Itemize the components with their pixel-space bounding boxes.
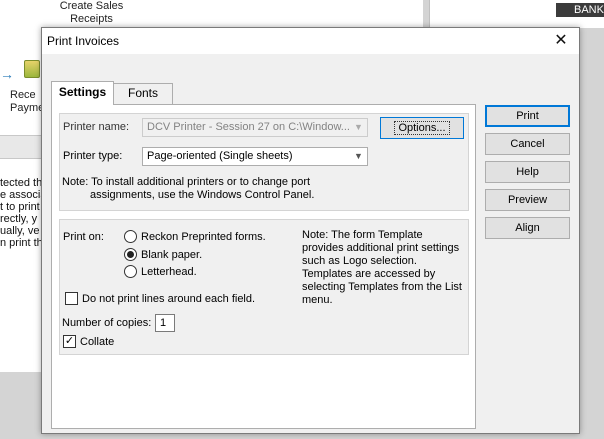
close-icon[interactable]: ✕ — [551, 31, 571, 51]
template-note-line: Note: The form Template — [302, 229, 423, 241]
printer-group: Printer name: DCV Printer - Session 27 o… — [59, 113, 469, 211]
print-button[interactable]: Print — [485, 105, 570, 127]
collate-checkbox[interactable]: ✓ — [63, 335, 76, 348]
radio-blank-paper[interactable] — [124, 248, 137, 261]
flow-arrow-icon: → — [0, 66, 14, 82]
copies-label: Number of copies: — [62, 317, 152, 329]
options-button-label: Options... — [394, 121, 450, 135]
receive-payments-icon[interactable] — [24, 60, 40, 78]
chevron-down-icon[interactable]: ▼ — [350, 148, 367, 165]
printer-note-line2: assignments, use the Windows Control Pan… — [90, 189, 315, 201]
receive-payments-link[interactable]: Rece Payme — [10, 89, 42, 115]
printer-note-line1: Note: To install additional printers or … — [62, 176, 311, 188]
no-lines-checkbox[interactable] — [65, 292, 78, 305]
create-sales-receipts-link[interactable]: Create Sales Receipts — [44, 0, 139, 26]
printer-name-label: Printer name: — [63, 121, 130, 133]
create-sales-line2: Receipts — [70, 13, 113, 25]
background-text-line: tected th — [0, 177, 42, 189]
chevron-down-icon: ▼ — [354, 122, 363, 132]
dialog-titlebar[interactable]: Print Invoices ✕ — [42, 28, 579, 54]
printer-note: Note: To install additional printers or … — [62, 176, 314, 202]
printer-type-select[interactable]: Page-oriented (Single sheets) ▼ — [142, 147, 368, 166]
template-note-line: menu. — [302, 294, 333, 306]
blank-paper-label[interactable]: Blank paper. — [141, 249, 202, 261]
radio-preprinted-forms[interactable] — [124, 230, 137, 243]
create-sales-line1: Create Sales — [59, 0, 124, 12]
template-note-line: such as Logo selection. — [302, 255, 417, 267]
preprinted-forms-label[interactable]: Reckon Preprinted forms. — [141, 231, 266, 243]
background-text-line: ually, ve — [0, 225, 40, 237]
background-text-line: n print th — [0, 237, 42, 249]
printer-type-label: Printer type: — [63, 150, 123, 162]
template-note-line: Templates are accessed by — [302, 268, 436, 280]
receive-payments-line1: Rece — [10, 89, 36, 101]
dialog-title: Print Invoices — [47, 34, 120, 48]
print-options-group: Print on: Reckon Preprinted forms. Blank… — [59, 219, 469, 355]
printer-name-value: DCV Printer - Session 27 on C:\Window... — [147, 121, 350, 133]
tab-fonts[interactable]: Fonts — [113, 83, 173, 104]
background-text-line: e associa — [0, 189, 42, 201]
cancel-button[interactable]: Cancel — [485, 133, 570, 155]
background-text-line: t to print — [0, 201, 40, 213]
options-button[interactable]: Options... — [380, 117, 464, 139]
help-button[interactable]: Help — [485, 161, 570, 183]
print-invoices-dialog: Print Invoices ✕ Settings Fonts Printer … — [41, 27, 580, 434]
receive-payments-line2: Payme — [10, 102, 42, 114]
radio-letterhead[interactable] — [124, 265, 137, 278]
print-on-label: Print on: — [63, 231, 104, 243]
background-text-line: rectly, y — [0, 213, 38, 225]
align-button[interactable]: Align — [485, 217, 570, 239]
template-note: Note: The form Template provides additio… — [302, 229, 462, 307]
background-divider — [0, 135, 42, 159]
letterhead-label[interactable]: Letterhead. — [141, 266, 197, 278]
template-note-line: selecting Templates from the List — [302, 281, 462, 293]
tab-settings[interactable]: Settings — [51, 81, 114, 105]
template-note-line: provides additional print settings — [302, 242, 460, 254]
settings-tab-panel: Printer name: DCV Printer - Session 27 o… — [51, 104, 476, 429]
printer-name-select: DCV Printer - Session 27 on C:\Window...… — [142, 118, 368, 137]
printer-type-value: Page-oriented (Single sheets) — [147, 150, 293, 162]
copies-input[interactable]: 1 — [155, 314, 175, 332]
collate-label[interactable]: Collate — [80, 336, 114, 348]
preview-button[interactable]: Preview — [485, 189, 570, 211]
bank-badge: BANK — [556, 3, 604, 17]
background-text: tected th e associa t to print rectly, y… — [0, 177, 42, 249]
no-lines-label[interactable]: Do not print lines around each field. — [82, 293, 255, 305]
